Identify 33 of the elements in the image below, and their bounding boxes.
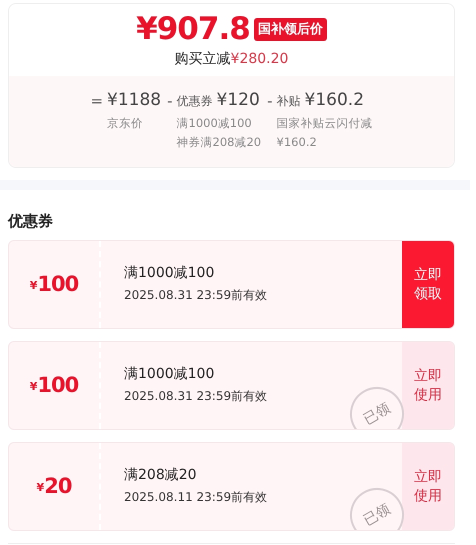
coupon-amount: 100	[37, 372, 78, 399]
breakdown-amount: ¥160.2	[304, 89, 364, 112]
coupon-condition: 满1000减100	[124, 264, 214, 284]
currency-symbol: ¥	[30, 379, 38, 396]
claim-button[interactable]: 立即 领取	[402, 241, 454, 328]
breakdown-note: 神券满208减20	[176, 134, 262, 152]
saving-amount: ¥280.20	[230, 51, 288, 67]
operator-sign: -	[167, 91, 173, 112]
coupon-validity: 2025.08.11 23:59前有效	[124, 489, 268, 506]
coupon-amount: 100	[37, 270, 78, 298]
breakdown-note: 京东价	[107, 114, 144, 132]
breakdown-label: 补贴	[276, 92, 301, 110]
price-tag: 国补领后价	[254, 18, 327, 42]
section-title: 优惠券	[8, 210, 54, 232]
breakdown-note: 满1000减100	[176, 114, 253, 132]
use-button[interactable]: 立即 使用	[402, 443, 454, 530]
coupon-validity: 2025.08.31 23:59前有效	[124, 287, 268, 304]
coupon-condition: 满1000减100	[124, 365, 214, 384]
operator-sign: =	[90, 91, 104, 112]
coupon-condition: 满208减20	[124, 466, 197, 486]
breakdown-note: 国家补贴云闪付减	[276, 114, 373, 132]
currency-symbol: ¥	[30, 278, 38, 294]
coupon-amount: 20	[44, 472, 72, 500]
breakdown-label: 优惠券	[176, 92, 213, 110]
breakdown-amount: ¥1188	[107, 89, 162, 112]
currency-symbol: ¥	[36, 480, 44, 496]
final-price: ¥907.8	[136, 14, 250, 45]
coupon-validity: 2025.08.31 23:59前有效	[124, 388, 268, 406]
use-button[interactable]: 立即 使用	[402, 342, 454, 430]
breakdown-note: ¥160.2	[276, 134, 318, 152]
saving-label: 购买立减	[174, 51, 231, 67]
operator-sign: -	[267, 91, 273, 112]
breakdown-amount: ¥120	[216, 89, 260, 112]
